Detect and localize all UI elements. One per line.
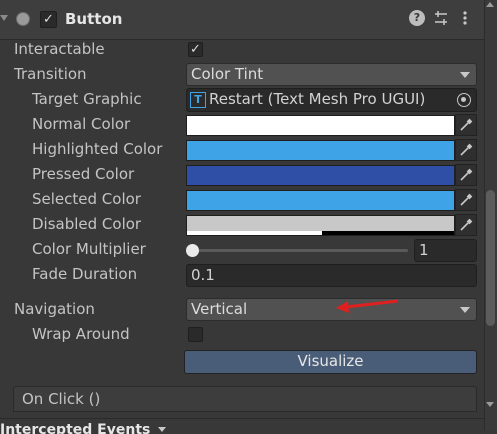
wrap-around-checkbox[interactable]: [188, 327, 203, 342]
interactable-label: Interactable: [14, 40, 105, 58]
scrollbar-thumb[interactable]: [486, 190, 495, 326]
disabled-color-label: Disabled Color: [32, 215, 142, 233]
interactable-checkbox[interactable]: ✓: [188, 42, 203, 57]
eyedropper-icon[interactable]: [455, 164, 477, 186]
eyedropper-icon[interactable]: [455, 114, 477, 136]
transition-label: Transition: [14, 65, 87, 83]
fade-duration-input[interactable]: 0.1: [186, 264, 477, 287]
selected-color-label: Selected Color: [32, 190, 141, 208]
chevron-down-icon: [158, 427, 167, 432]
visualize-label: Visualize: [297, 352, 364, 370]
text-mesh-pro-icon: T: [190, 91, 206, 108]
eyedropper-icon[interactable]: [455, 189, 477, 211]
scroll-up-icon[interactable]: [486, 2, 494, 7]
component-title: Button: [65, 10, 123, 28]
navigation-label: Navigation: [14, 300, 95, 318]
color-multiplier-slider-handle[interactable]: [186, 244, 199, 257]
pressed-color-label: Pressed Color: [32, 165, 135, 183]
fade-duration-value: 0.1: [191, 266, 215, 284]
foldout-arrow-icon[interactable]: [0, 15, 8, 21]
highlighted-color-swatch[interactable]: [186, 140, 455, 161]
selected-color-swatch[interactable]: [186, 190, 455, 211]
navigation-value: Vertical: [191, 300, 248, 318]
target-graphic-label: Target Graphic: [32, 90, 142, 108]
intercepted-events-header[interactable]: Intercepted Events: [0, 420, 167, 434]
target-graphic-value: Restart (Text Mesh Pro UGUI): [209, 90, 426, 108]
object-picker-icon[interactable]: [457, 93, 471, 107]
normal-color-swatch[interactable]: [186, 115, 455, 136]
eyedropper-icon[interactable]: [455, 214, 477, 236]
preset-icon[interactable]: [433, 10, 449, 26]
chevron-down-icon: [460, 72, 470, 78]
section-divider: [0, 418, 484, 419]
transition-value: Color Tint: [191, 65, 264, 83]
more-icon[interactable]: [461, 10, 469, 26]
navigation-dropdown[interactable]: Vertical: [186, 298, 477, 321]
scroll-down-icon[interactable]: [486, 402, 494, 407]
intercepted-events-label: Intercepted Events: [0, 422, 151, 434]
highlighted-color-label: Highlighted Color: [32, 140, 163, 158]
color-multiplier-input[interactable]: 1: [414, 239, 477, 262]
help-icon[interactable]: ?: [409, 10, 425, 26]
eyedropper-icon[interactable]: [455, 139, 477, 161]
wrap-around-label: Wrap Around: [32, 325, 130, 343]
pressed-color-swatch[interactable]: [186, 165, 455, 186]
color-multiplier-value: 1: [419, 241, 429, 259]
target-graphic-field[interactable]: T Restart (Text Mesh Pro UGUI): [186, 88, 477, 112]
on-click-label: On Click (): [22, 390, 101, 408]
transition-dropdown[interactable]: Color Tint: [186, 63, 477, 86]
normal-color-label: Normal Color: [32, 115, 131, 133]
fade-duration-label: Fade Duration: [32, 265, 138, 283]
annotation-arrow: [334, 294, 404, 316]
color-multiplier-label: Color Multiplier: [32, 240, 146, 258]
color-multiplier-slider-track[interactable]: [190, 249, 408, 252]
visualize-button[interactable]: Visualize: [184, 350, 477, 374]
component-enabled-checkbox[interactable]: ✓: [40, 11, 57, 28]
alpha-bar: [187, 231, 454, 235]
chevron-down-icon: [460, 307, 470, 313]
component-icon: [16, 12, 30, 26]
